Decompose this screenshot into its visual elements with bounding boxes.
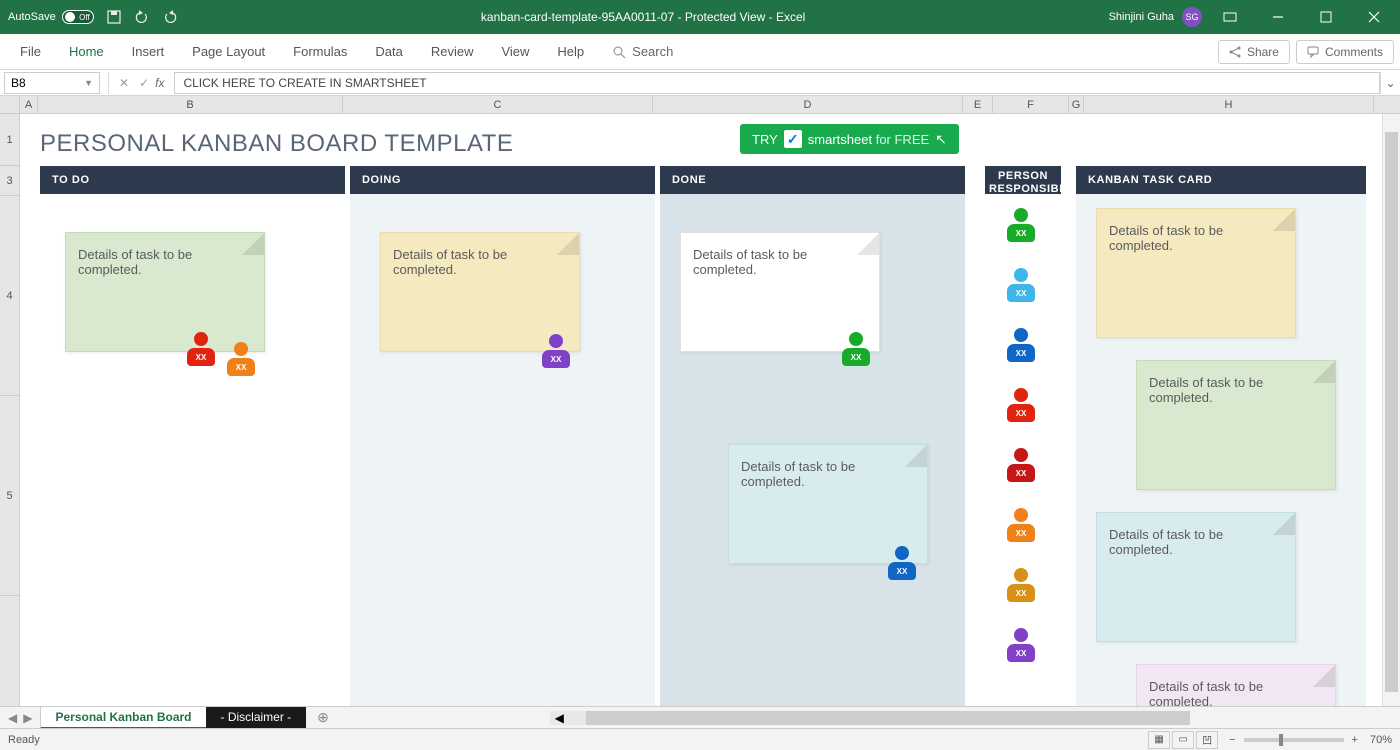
card-todo[interactable]: Details of task to be completed.: [65, 232, 265, 352]
col-H[interactable]: H: [1084, 96, 1374, 113]
zoom-out-icon[interactable]: −: [1229, 734, 1235, 746]
name-box[interactable]: B8 ▼: [4, 72, 100, 94]
page-layout-view-icon[interactable]: ▭: [1172, 731, 1194, 749]
legend-person[interactable]: XX: [1005, 328, 1037, 362]
tab-help[interactable]: Help: [543, 34, 598, 69]
legend-person[interactable]: XX: [1005, 568, 1037, 602]
horizontal-scrollbar[interactable]: ◀: [341, 711, 1400, 725]
maximize-icon[interactable]: [1306, 0, 1346, 34]
tab-formulas[interactable]: Formulas: [279, 34, 361, 69]
legend-person[interactable]: XX: [1005, 508, 1037, 542]
vertical-scrollbar[interactable]: [1382, 114, 1400, 750]
person-icon[interactable]: XX: [185, 332, 217, 366]
zoom-slider[interactable]: [1244, 738, 1344, 742]
task-card-1[interactable]: Details of task to be completed.: [1096, 208, 1296, 338]
sheet-tabs: ◀▶ Personal Kanban Board - Disclaimer - …: [0, 706, 1400, 728]
task-card-3[interactable]: Details of task to be completed.: [1096, 512, 1296, 642]
col-D[interactable]: D: [653, 96, 963, 113]
row-headers: 1 3 4 5: [0, 114, 20, 750]
person-icon[interactable]: XX: [886, 546, 918, 580]
legend-person[interactable]: XX: [1005, 268, 1037, 302]
page-break-view-icon[interactable]: 凹: [1196, 731, 1218, 749]
search-icon: [612, 45, 626, 59]
comments-icon: [1307, 46, 1319, 58]
sheet-nav-next-icon[interactable]: ▶: [23, 711, 32, 725]
task-card-2[interactable]: Details of task to be completed.: [1136, 360, 1336, 490]
ribbon-display-icon[interactable]: [1210, 0, 1250, 34]
row-4[interactable]: 4: [0, 196, 19, 396]
check-icon: ✓: [784, 130, 802, 148]
user-avatar[interactable]: SG: [1182, 7, 1202, 27]
tab-review[interactable]: Review: [417, 34, 488, 69]
tab-data[interactable]: Data: [361, 34, 416, 69]
person-icon[interactable]: XX: [540, 334, 572, 368]
tab-insert[interactable]: Insert: [118, 34, 179, 69]
worksheet-grid[interactable]: 1 3 4 5 PERSONAL KANBAN BOARD TEMPLATE T…: [0, 114, 1400, 750]
col-A[interactable]: A: [20, 96, 38, 113]
cancel-formula-icon[interactable]: ✕: [119, 76, 129, 90]
column-headers: A B C D E F G H: [0, 96, 1400, 114]
status-ready: Ready: [8, 734, 40, 746]
tab-home[interactable]: Home: [55, 34, 118, 69]
formula-bar: B8 ▼ ✕ ✓ fx CLICK HERE TO CREATE IN SMAR…: [0, 70, 1400, 96]
ribbon-tabs: File Home Insert Page Layout Formulas Da…: [0, 34, 1400, 70]
window-title: kanban-card-template-95AA0011-07 - Prote…: [178, 10, 1109, 24]
normal-view-icon[interactable]: ▦: [1148, 731, 1170, 749]
search-box[interactable]: Search: [598, 34, 687, 69]
sheet-tab-disclaimer[interactable]: - Disclaimer -: [206, 707, 307, 728]
title-bar: AutoSave Off kanban-card-template-95AA00…: [0, 0, 1400, 34]
row-5[interactable]: 5: [0, 396, 19, 596]
col-E[interactable]: E: [963, 96, 993, 113]
status-bar: Ready ▦ ▭ 凹 − + 70%: [0, 728, 1400, 750]
legend-person[interactable]: XX: [1005, 448, 1037, 482]
lane-header-doing: DOING: [350, 166, 655, 194]
add-sheet-icon[interactable]: ⊕: [305, 709, 341, 726]
select-all-corner[interactable]: [0, 96, 20, 113]
tab-page-layout[interactable]: Page Layout: [178, 34, 279, 69]
lane-header-done: DONE: [660, 166, 965, 194]
legend-person[interactable]: XX: [1005, 628, 1037, 662]
board-title: PERSONAL KANBAN BOARD TEMPLATE: [40, 130, 513, 158]
legend-person[interactable]: XX: [1005, 388, 1037, 422]
person-icon[interactable]: XX: [840, 332, 872, 366]
legend-person[interactable]: XX: [1005, 208, 1037, 242]
share-icon: [1229, 46, 1241, 58]
person-icon[interactable]: XX: [225, 342, 257, 376]
col-C[interactable]: C: [343, 96, 653, 113]
formula-input[interactable]: CLICK HERE TO CREATE IN SMARTSHEET: [174, 72, 1380, 94]
try-smartsheet-button[interactable]: TRY ✓ smartsheet for FREE ↖: [740, 124, 959, 154]
col-F[interactable]: F: [993, 96, 1069, 113]
lane-header-task: KANBAN TASK CARD: [1076, 166, 1366, 194]
autosave-label: AutoSave: [8, 11, 56, 23]
col-G[interactable]: G: [1069, 96, 1084, 113]
save-icon[interactable]: [106, 9, 122, 25]
col-B[interactable]: B: [38, 96, 343, 113]
comments-button[interactable]: Comments: [1296, 40, 1394, 64]
zoom-level[interactable]: 70%: [1370, 734, 1392, 746]
minimize-icon[interactable]: [1258, 0, 1298, 34]
tab-view[interactable]: View: [487, 34, 543, 69]
sheet-tab-active[interactable]: Personal Kanban Board: [40, 707, 206, 729]
row-1[interactable]: 1: [0, 114, 19, 166]
autosave-toggle[interactable]: AutoSave Off: [8, 10, 94, 24]
cursor-icon: ↖: [935, 131, 947, 148]
user-name: Shinjini Guha: [1109, 11, 1174, 23]
close-icon[interactable]: [1354, 0, 1394, 34]
expand-formula-icon[interactable]: ⌄: [1380, 72, 1400, 94]
chevron-down-icon: ▼: [84, 78, 93, 88]
undo-icon[interactable]: [134, 9, 150, 25]
fx-icon[interactable]: fx: [155, 76, 174, 90]
row-3[interactable]: 3: [0, 166, 19, 196]
zoom-in-icon[interactable]: +: [1352, 734, 1358, 746]
sheet-nav-prev-icon[interactable]: ◀: [8, 711, 17, 725]
tab-file[interactable]: File: [6, 34, 55, 69]
enter-formula-icon[interactable]: ✓: [139, 76, 149, 90]
redo-icon[interactable]: [162, 9, 178, 25]
share-button[interactable]: Share: [1218, 40, 1290, 64]
lane-header-todo: TO DO: [40, 166, 345, 194]
